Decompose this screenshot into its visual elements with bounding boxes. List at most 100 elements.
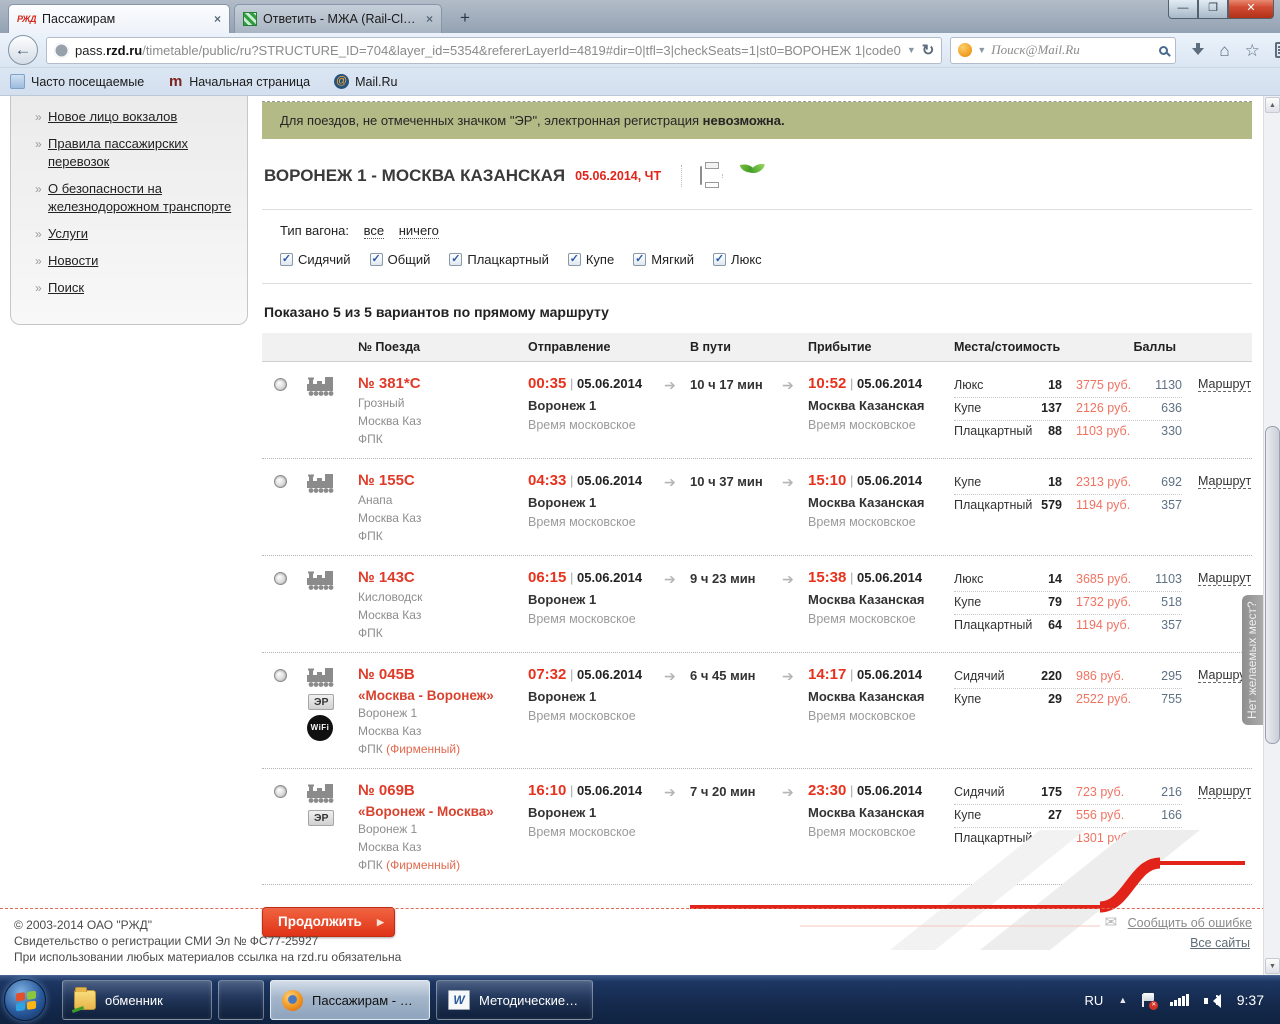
- seat-price-link[interactable]: 1732 руб.: [1062, 594, 1142, 611]
- seat-class-label: Купе: [954, 691, 1034, 708]
- seat-price-link[interactable]: 2522 руб.: [1062, 691, 1142, 708]
- eco-button[interactable]: [722, 174, 741, 178]
- bookmark-mail-m[interactable]: mНачальная страница: [168, 74, 310, 89]
- checkbox-icon[interactable]: ✓: [713, 253, 726, 266]
- train-select-radio[interactable]: [274, 378, 287, 391]
- seat-price-link[interactable]: 2126 руб.: [1062, 400, 1142, 417]
- hidden-icons-arrow[interactable]: ▲: [1118, 995, 1127, 1005]
- car-type-checkbox-Сидячий[interactable]: ✓Сидячий: [280, 252, 351, 267]
- print-button[interactable]: [681, 165, 702, 187]
- network-icon[interactable]: [1170, 994, 1189, 1006]
- no-seats-side-tab[interactable]: Нет желаемых мест?: [1242, 595, 1263, 725]
- reload-icon[interactable]: ↻: [922, 41, 935, 59]
- sidebar-link[interactable]: Поиск: [48, 280, 84, 295]
- scroll-down-icon[interactable]: ▼: [1265, 958, 1280, 974]
- route-link[interactable]: Маршрут: [1198, 377, 1251, 392]
- train-number-link[interactable]: № 069В: [358, 782, 415, 799]
- car-type-checkbox-Люкс[interactable]: ✓Люкс: [713, 252, 762, 267]
- scroll-up-icon[interactable]: ▲: [1265, 97, 1280, 113]
- new-tab-button[interactable]: +: [452, 7, 478, 30]
- taskbar-button-folder[interactable]: обменник: [62, 980, 212, 1020]
- train-number-link[interactable]: № 381*С: [358, 375, 421, 392]
- tab-rail-club[interactable]: Ответить - МЖА (Rail-Club.... ×: [234, 4, 442, 33]
- seat-price-link[interactable]: 1194 руб.: [1062, 617, 1142, 634]
- restore-button[interactable]: ❐: [1198, 0, 1228, 19]
- home-icon[interactable]: ⌂: [1219, 42, 1229, 59]
- start-button[interactable]: [4, 979, 46, 1021]
- checkbox-icon[interactable]: ✓: [449, 253, 462, 266]
- seat-price-link[interactable]: 2313 руб.: [1062, 474, 1142, 491]
- url-bar[interactable]: pass.rzd.ru/timetable/public/ru?STRUCTUR…: [46, 37, 942, 64]
- sidebar-link[interactable]: О безопасности на железнодорожном трансп…: [48, 181, 231, 214]
- seat-price-link[interactable]: 556 руб.: [1062, 807, 1142, 824]
- tab-close-icon[interactable]: ×: [214, 12, 221, 26]
- car-type-checkbox-Купе[interactable]: ✓Купе: [568, 252, 614, 267]
- train-select-radio[interactable]: [274, 572, 287, 585]
- search-engine-icon[interactable]: [958, 43, 972, 57]
- checkbox-icon[interactable]: ✓: [633, 253, 646, 266]
- downloads-icon[interactable]: [1192, 43, 1204, 57]
- seat-points: 755: [1142, 691, 1182, 708]
- minimize-button[interactable]: —: [1168, 0, 1198, 19]
- departure-timezone-note: Время московское: [528, 418, 664, 432]
- back-button[interactable]: ←: [8, 35, 38, 65]
- tab-close-icon[interactable]: ×: [426, 12, 433, 26]
- bookmark-mailru-at[interactable]: @Mail.Ru: [334, 74, 397, 89]
- sidebar-link[interactable]: Правила пассажирских перевозок: [48, 136, 188, 169]
- arrival-station: Москва Казанская: [808, 689, 954, 704]
- seat-price-link[interactable]: 3775 руб.: [1062, 377, 1142, 394]
- search-icon[interactable]: [1159, 46, 1168, 55]
- bookmark-frequently-visited[interactable]: Часто посещаемые: [10, 74, 144, 89]
- route-link[interactable]: Маршрут: [1198, 474, 1251, 489]
- seat-price-link[interactable]: 1194 руб.: [1062, 497, 1142, 514]
- train-number-link[interactable]: № 155С: [358, 472, 415, 489]
- checkbox-icon[interactable]: ✓: [370, 253, 383, 266]
- bullet-icon: »: [35, 135, 42, 153]
- action-center-flag-icon[interactable]: [1142, 993, 1155, 1007]
- train-number-link[interactable]: № 045В: [358, 666, 415, 683]
- sidebar-item: »О безопасности на железнодорожном транс…: [35, 180, 237, 216]
- select-all-link[interactable]: все: [364, 223, 385, 239]
- seat-price-link[interactable]: 1103 руб.: [1062, 423, 1142, 440]
- taskbar-button-firefox[interactable]: Пассажирам - Mo...: [270, 980, 430, 1020]
- scrollbar-thumb[interactable]: [1265, 426, 1280, 744]
- sidebar-link[interactable]: Новости: [48, 253, 98, 268]
- close-button[interactable]: ✕: [1228, 0, 1274, 19]
- search-input[interactable]: ▼ Поиск@Mail.Ru: [950, 37, 1176, 64]
- scrollbar[interactable]: ▲ ▼: [1263, 96, 1280, 975]
- browser-chrome: РЖД Пассажирам × Ответить - МЖА (Rail-Cl…: [0, 0, 1280, 96]
- all-sites-link[interactable]: Все сайты: [1190, 936, 1250, 950]
- departure-station: Воронеж 1: [528, 592, 664, 607]
- checkbox-icon[interactable]: ✓: [568, 253, 581, 266]
- sidebar-link[interactable]: Услуги: [48, 226, 88, 241]
- taskbar-button-word[interactable]: Методические ре...: [436, 980, 593, 1020]
- car-type-checkbox-Общий[interactable]: ✓Общий: [370, 252, 431, 267]
- taskbar-button-media-player[interactable]: [218, 980, 264, 1020]
- checkbox-icon[interactable]: ✓: [280, 253, 293, 266]
- departure-timezone-note: Время московское: [528, 825, 664, 839]
- clipboard-icon[interactable]: [1275, 42, 1280, 58]
- seat-class-label: Люкс: [954, 377, 1034, 394]
- seat-price-link[interactable]: 3685 руб.: [1062, 571, 1142, 588]
- train-number-link[interactable]: № 143С: [358, 569, 415, 586]
- car-type-checkbox-Плацкартный[interactable]: ✓Плацкартный: [449, 252, 549, 267]
- seat-class-row: Плацкартный421301 руб.389: [954, 828, 1182, 850]
- sidebar-link[interactable]: Новое лицо вокзалов: [48, 109, 177, 124]
- route-link[interactable]: Маршрут: [1198, 784, 1251, 799]
- url-dropdown-icon[interactable]: ▼: [907, 45, 916, 55]
- train-select-radio[interactable]: [274, 669, 287, 682]
- seat-price-link[interactable]: 723 руб.: [1062, 784, 1142, 801]
- route-link[interactable]: Маршрут: [1198, 571, 1251, 586]
- bookmarks-star-icon[interactable]: ☆: [1245, 42, 1260, 59]
- train-select-radio[interactable]: [274, 475, 287, 488]
- train-select-radio[interactable]: [274, 785, 287, 798]
- search-engine-dropdown-icon[interactable]: ▼: [977, 45, 986, 55]
- volume-icon[interactable]: [1204, 994, 1222, 1007]
- seat-price-link[interactable]: 1301 руб.: [1062, 830, 1142, 847]
- seat-price-link[interactable]: 986 руб.: [1062, 668, 1142, 685]
- tab-passengers[interactable]: РЖД Пассажирам ×: [8, 4, 230, 33]
- select-none-link[interactable]: ничего: [399, 223, 439, 239]
- seat-points: 330: [1142, 423, 1182, 440]
- car-type-checkbox-Мягкий[interactable]: ✓Мягкий: [633, 252, 694, 267]
- language-indicator[interactable]: RU: [1085, 993, 1104, 1008]
